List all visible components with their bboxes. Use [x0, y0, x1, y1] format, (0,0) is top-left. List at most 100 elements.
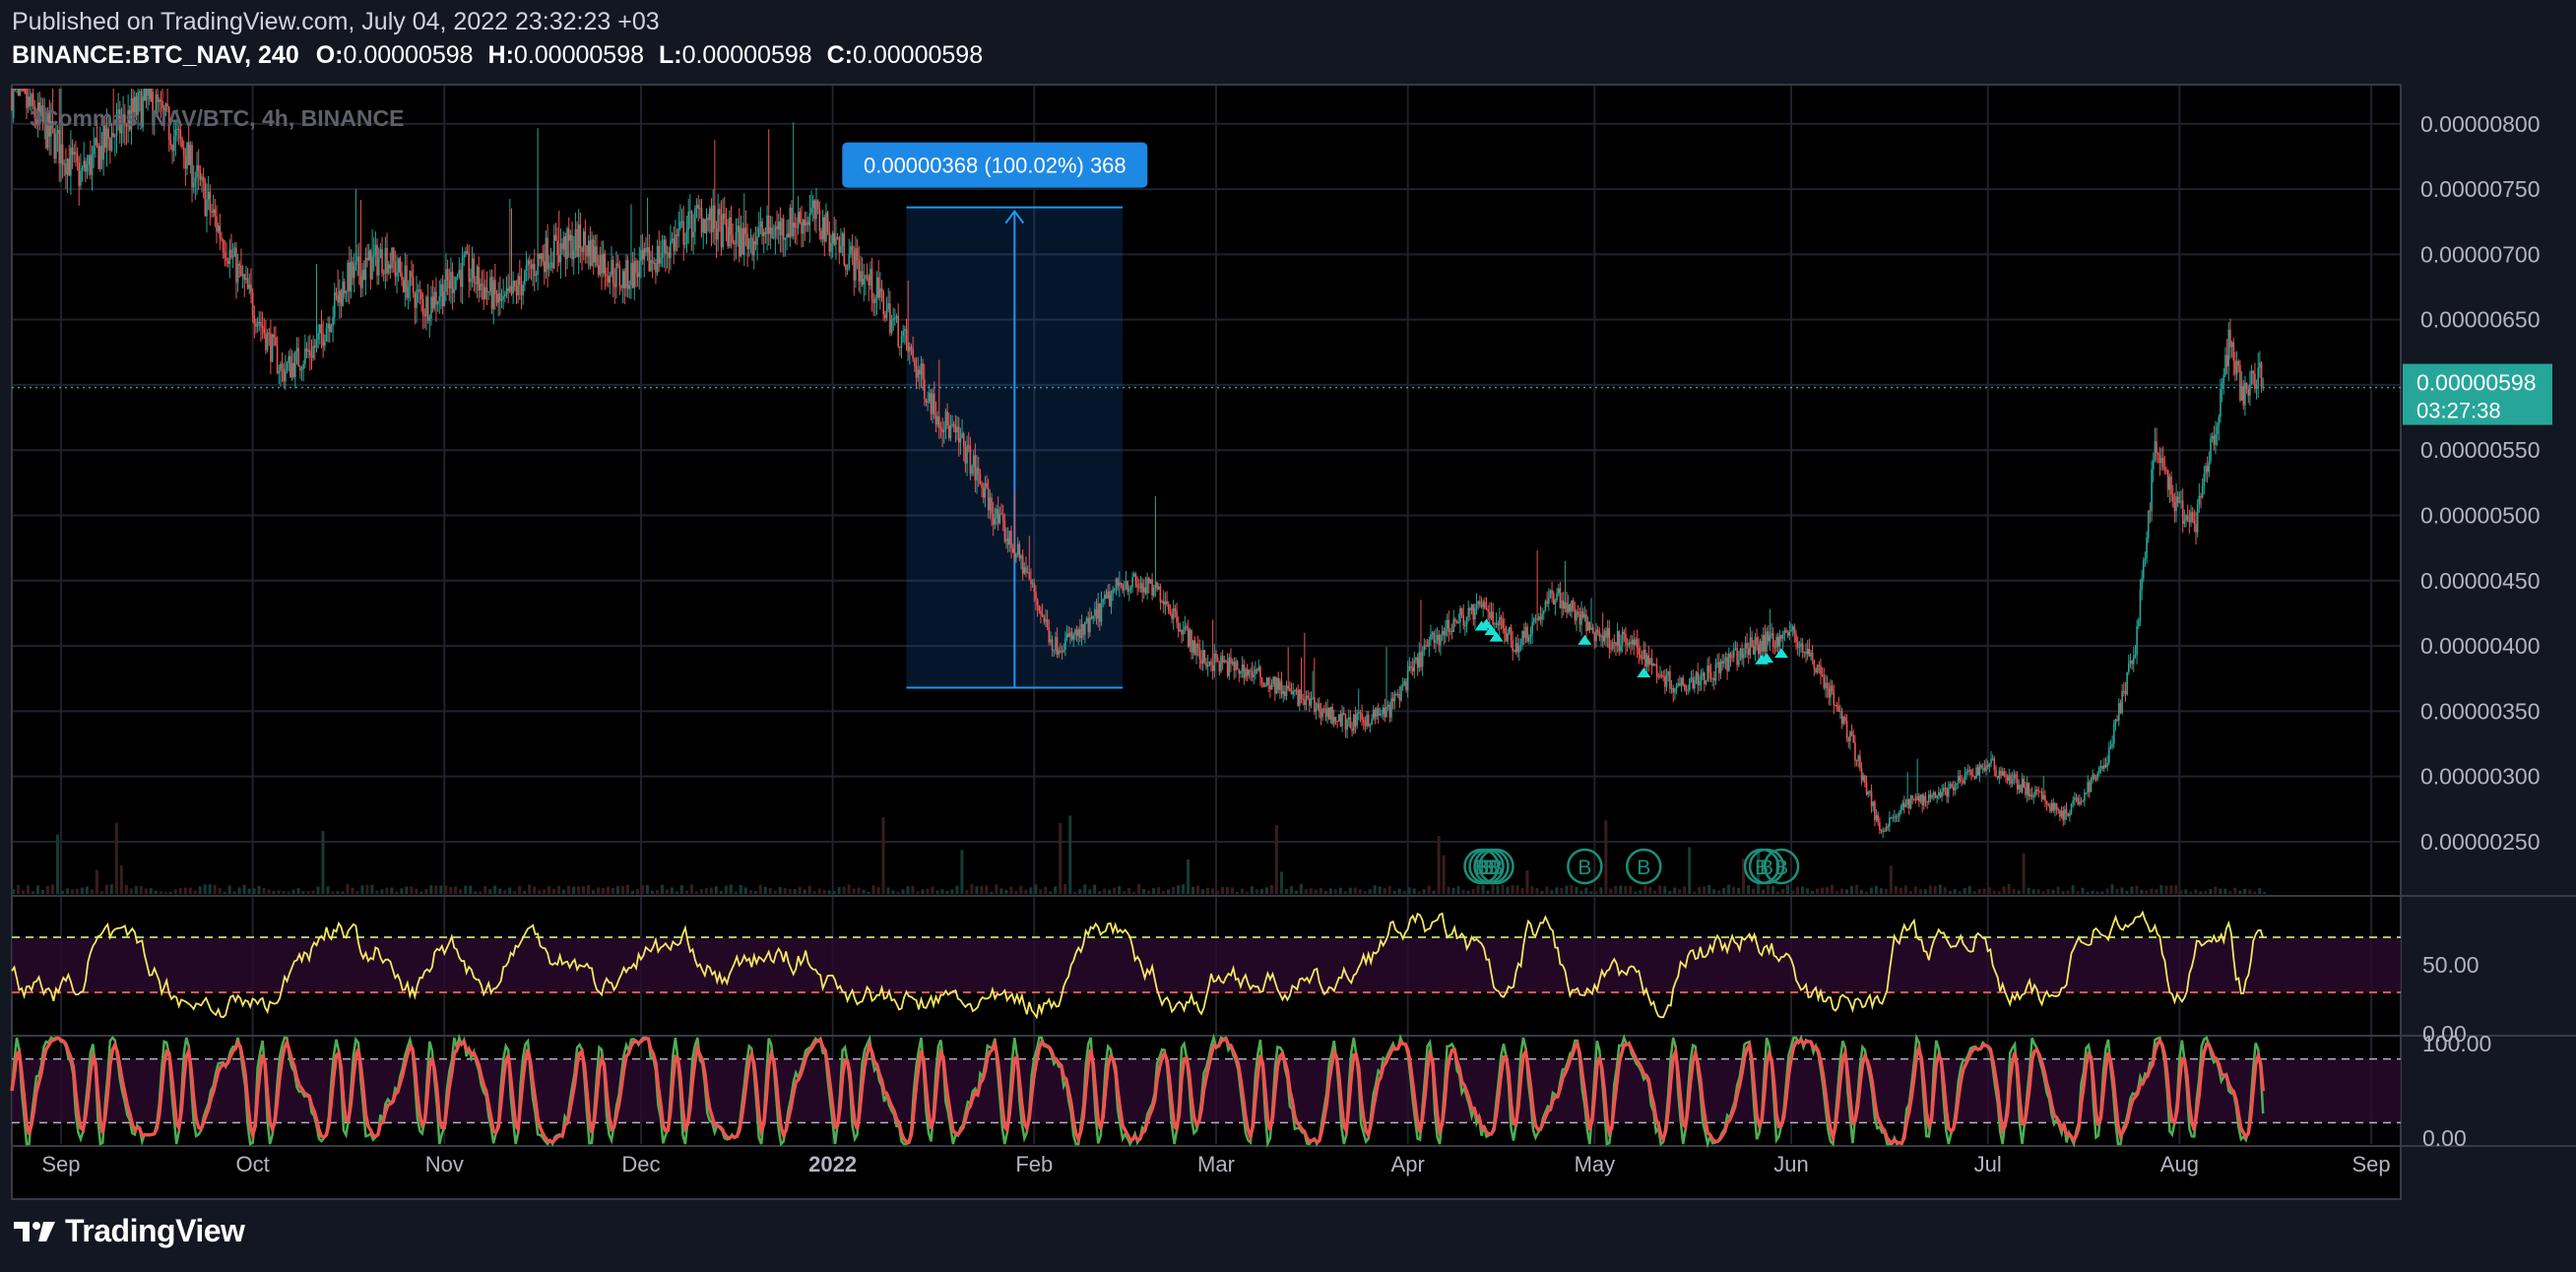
volume-bar: [488, 889, 492, 894]
candle-body: [797, 212, 800, 228]
candle-body: [514, 281, 516, 287]
candle-body: [1315, 708, 1318, 712]
candle-body: [1679, 683, 1681, 686]
candle-body: [2026, 783, 2029, 795]
candle-body: [1462, 614, 1465, 626]
candle-body: [2247, 389, 2250, 396]
candle-body: [1790, 629, 1792, 632]
volume-bar: [296, 888, 300, 894]
volume-bar: [518, 886, 522, 894]
candle-body: [860, 271, 862, 283]
volume-bar: [95, 869, 98, 894]
volume-bar: [444, 885, 448, 894]
candle-body: [741, 227, 743, 255]
candle-body: [1778, 634, 1781, 647]
candle-body: [362, 270, 365, 281]
current-price-value: 0.00000598: [2416, 370, 2537, 396]
candle-body: [925, 399, 928, 404]
candle-body: [361, 270, 363, 288]
candle-body: [805, 222, 807, 226]
volume-bar: [1722, 887, 1726, 894]
trading-chart[interactable]: 0.00000368 (100.02%) 368 BBBB B B BB B 50.00…: [0, 0, 2576, 1272]
candle-body: [1605, 630, 1607, 638]
candle-body: [1196, 644, 1199, 648]
candle-body: [525, 265, 528, 272]
candle-body: [1630, 642, 1632, 645]
candle-body: [489, 277, 491, 292]
candle-body: [1744, 643, 1747, 655]
candle-body: [1006, 538, 1009, 545]
candle-body: [1952, 787, 1955, 791]
candle-body: [1381, 713, 1383, 715]
candle-body: [1919, 795, 1922, 802]
candle-body: [1144, 587, 1147, 594]
candle-body: [967, 445, 970, 447]
candle-body: [1887, 826, 1889, 828]
candle-body: [1270, 683, 1273, 690]
candle-body: [1537, 616, 1540, 620]
candle-body: [1280, 680, 1283, 695]
candle-body: [1206, 664, 1209, 668]
candle-body: [1028, 572, 1031, 580]
candle-body: [1177, 622, 1180, 632]
candle-body: [499, 292, 501, 301]
candle-body: [204, 182, 207, 217]
candle-body: [582, 231, 585, 253]
candle-body: [1405, 680, 1407, 691]
stoch-tick-label: 100.00: [2422, 1031, 2491, 1056]
volume-bar: [252, 888, 256, 894]
candle-body: [2050, 802, 2053, 812]
candle-body: [740, 227, 742, 257]
candle-body: [2249, 383, 2251, 396]
candle-body: [1294, 689, 1296, 692]
candle-body: [1129, 587, 1132, 591]
candle-body: [1788, 631, 1791, 636]
volume-bar: [1844, 889, 1848, 894]
candle-body: [1230, 657, 1232, 665]
volume-bar: [1132, 891, 1136, 894]
volume-bar: [857, 887, 861, 894]
candle-body: [1087, 617, 1089, 633]
candle-body: [2178, 501, 2181, 503]
candle-body: [1467, 607, 1470, 617]
candle-body: [1532, 618, 1535, 622]
candle-body: [2084, 793, 2086, 801]
candle-body: [1608, 627, 1611, 649]
volume-bar: [1501, 884, 1505, 894]
y-tick-label: 0.00000300: [2420, 764, 2541, 790]
candle-body: [476, 266, 479, 285]
candle-body: [1337, 714, 1340, 722]
candle-body: [1440, 634, 1442, 646]
candle-body: [1664, 676, 1666, 687]
candle-body: [248, 285, 251, 289]
candle-body: [1771, 632, 1772, 636]
candle-body: [1411, 667, 1414, 671]
volume-bar: [331, 891, 335, 894]
candle-body: [1149, 579, 1152, 584]
candle-body: [1534, 618, 1537, 620]
candle-body: [1256, 668, 1258, 671]
candle-body: [1767, 631, 1770, 642]
candle-body: [420, 291, 422, 299]
candle-body: [1585, 614, 1587, 631]
candle-body: [2234, 360, 2236, 375]
tradingview-logo[interactable]: TradingView: [12, 1213, 245, 1249]
candle-body: [746, 233, 748, 250]
candle-body: [1689, 678, 1691, 690]
volume-bar: [2263, 891, 2267, 894]
volume-bar: [1584, 887, 1588, 894]
candle-body: [484, 286, 486, 300]
candle-body: [567, 228, 570, 241]
candle-body: [1295, 689, 1298, 691]
candle-body: [2028, 783, 2030, 796]
candle-body: [2144, 558, 2147, 561]
candle-body: [417, 289, 419, 291]
volume-bar: [2233, 887, 2237, 894]
candle-body: [1806, 649, 1809, 655]
candle-body: [58, 129, 61, 163]
candle-body: [1965, 772, 1967, 775]
candle-body: [1796, 642, 1799, 648]
candle-body: [1981, 767, 1984, 769]
volume-bar: [1230, 887, 1234, 894]
candle-body: [433, 291, 436, 309]
